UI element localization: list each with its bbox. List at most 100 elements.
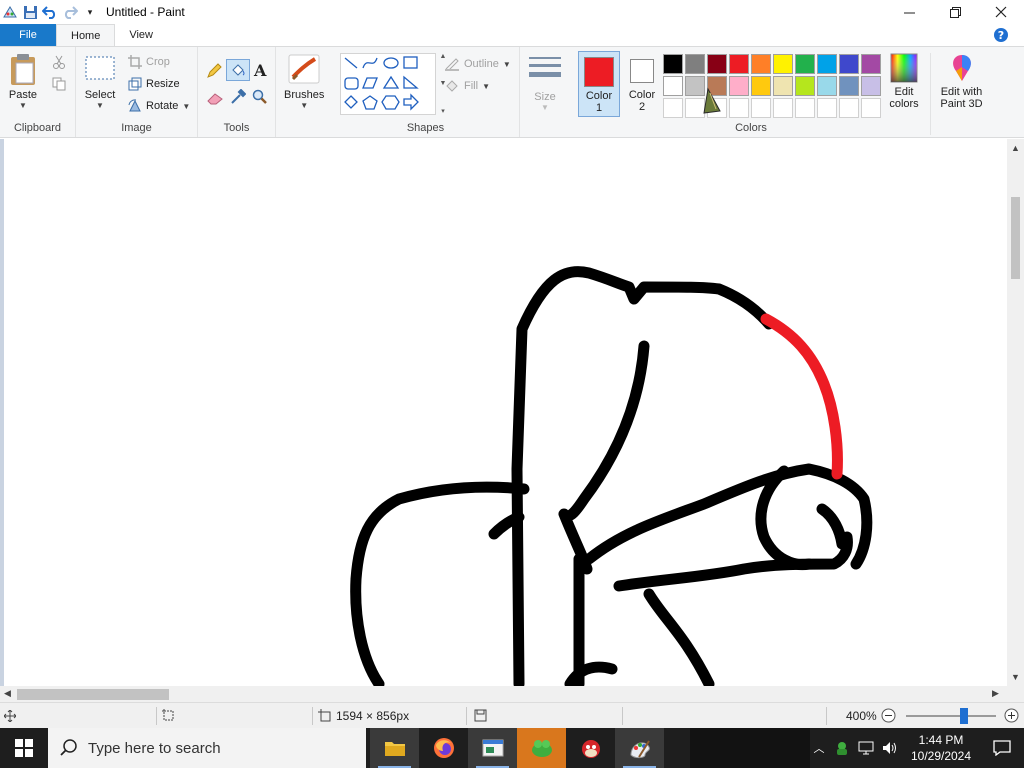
taskbar-clock[interactable]: 1:44 PM 10/29/2024 bbox=[902, 732, 980, 764]
zoom-level: 400% bbox=[846, 708, 877, 723]
shape-gallery[interactable] bbox=[340, 53, 436, 115]
network-icon[interactable] bbox=[854, 741, 878, 755]
fill-bucket-icon[interactable] bbox=[226, 59, 250, 81]
crop-button[interactable]: Crop bbox=[128, 53, 170, 71]
palette-swatch[interactable] bbox=[773, 54, 793, 74]
size-group: Size ▼ bbox=[520, 47, 572, 137]
horizontal-scrollbar[interactable]: ◀ ▶ bbox=[0, 686, 1024, 702]
copy-icon[interactable] bbox=[52, 77, 66, 94]
palette-swatch[interactable] bbox=[707, 54, 727, 74]
game-app-icon[interactable] bbox=[517, 728, 566, 768]
paste-button[interactable]: Paste ▼ bbox=[8, 53, 38, 110]
quick-access-toolbar: ▾ bbox=[0, 0, 100, 24]
text-icon[interactable]: A bbox=[254, 61, 266, 80]
paint-app-icon[interactable] bbox=[0, 1, 20, 23]
restore-icon[interactable] bbox=[932, 0, 978, 24]
tab-file[interactable]: File bbox=[0, 24, 56, 46]
palette-swatch[interactable] bbox=[729, 76, 749, 96]
edit-colors-button[interactable]: Edit colors bbox=[884, 53, 924, 110]
horizontal-scroll-thumb[interactable] bbox=[17, 689, 169, 700]
chevron-down-icon: ▼ bbox=[502, 59, 511, 69]
palette-swatch[interactable] bbox=[861, 76, 881, 96]
brushes-button[interactable]: Brushes ▼ bbox=[284, 53, 324, 110]
palette-swatch[interactable] bbox=[839, 76, 859, 96]
rotate-button[interactable]: Rotate ▼ bbox=[128, 97, 190, 115]
color2-button[interactable]: Color 2 bbox=[622, 51, 662, 117]
color1-button[interactable]: Color 1 bbox=[578, 51, 620, 117]
color-picker-icon[interactable] bbox=[230, 88, 247, 108]
save-icon[interactable] bbox=[20, 1, 40, 23]
palette-swatch[interactable] bbox=[817, 98, 837, 118]
palette-swatch[interactable] bbox=[773, 98, 793, 118]
crop-icon bbox=[128, 55, 142, 69]
palette-swatch[interactable] bbox=[817, 54, 837, 74]
palette-swatch[interactable] bbox=[729, 54, 749, 74]
help-icon[interactable]: ? bbox=[978, 24, 1024, 46]
scroll-up-icon[interactable]: ▲ bbox=[1011, 143, 1020, 153]
edit-with-paint3d-button[interactable]: Edit with Paint 3D bbox=[930, 53, 992, 135]
palette-swatch[interactable] bbox=[861, 98, 881, 118]
show-hidden-icons-icon[interactable]: ︿ bbox=[808, 740, 830, 756]
file-explorer-icon[interactable] bbox=[370, 728, 419, 768]
taskbar-search-box[interactable]: Type here to search bbox=[48, 728, 366, 768]
minimize-icon[interactable] bbox=[886, 0, 932, 24]
palette-swatch[interactable] bbox=[751, 54, 771, 74]
palette-swatch[interactable] bbox=[839, 98, 859, 118]
resize-button[interactable]: Resize bbox=[128, 75, 180, 93]
fill-button[interactable]: Fill ▼ bbox=[444, 77, 490, 95]
tab-home[interactable]: Home bbox=[56, 24, 116, 46]
palette-swatch[interactable] bbox=[839, 54, 859, 74]
file-size-icon bbox=[474, 703, 487, 729]
tools-group: A Tools bbox=[198, 47, 276, 137]
zoom-slider-thumb[interactable] bbox=[960, 708, 968, 724]
customize-quick-access-icon[interactable]: ▾ bbox=[80, 1, 100, 23]
palette-swatch[interactable] bbox=[751, 76, 771, 96]
select-button[interactable]: Select ▼ bbox=[84, 55, 116, 110]
magnifier-icon[interactable] bbox=[252, 89, 268, 108]
palette-swatch[interactable] bbox=[795, 76, 815, 96]
volume-icon[interactable] bbox=[878, 741, 902, 755]
palette-swatch[interactable] bbox=[663, 76, 683, 96]
size-button[interactable]: Size ▼ bbox=[528, 55, 562, 112]
tab-view[interactable]: View bbox=[115, 24, 167, 46]
firefox-icon[interactable] bbox=[419, 728, 468, 768]
zoom-slider[interactable] bbox=[906, 708, 996, 724]
vertical-scroll-thumb[interactable] bbox=[1011, 197, 1020, 279]
cut-icon[interactable] bbox=[52, 55, 66, 72]
scroll-right-icon[interactable]: ▶ bbox=[992, 688, 999, 699]
palette-swatch[interactable] bbox=[663, 54, 683, 74]
palette-swatch[interactable] bbox=[751, 98, 771, 118]
palette-swatch[interactable] bbox=[795, 98, 815, 118]
palette-swatch[interactable] bbox=[663, 98, 683, 118]
angry-birds-icon[interactable] bbox=[566, 728, 615, 768]
chevron-down-icon: ▼ bbox=[19, 101, 27, 110]
undo-icon[interactable] bbox=[40, 1, 60, 23]
paint-taskbar-icon[interactable] bbox=[615, 728, 664, 768]
outline-button[interactable]: Outline ▼ bbox=[444, 55, 511, 73]
eraser-icon[interactable] bbox=[206, 91, 224, 108]
pencil-icon[interactable] bbox=[206, 63, 222, 82]
paste-icon bbox=[11, 54, 35, 85]
zoom-in-icon[interactable] bbox=[1004, 703, 1019, 729]
vertical-scrollbar[interactable]: ▲ ▼ bbox=[1007, 139, 1024, 686]
palette-swatch[interactable] bbox=[773, 76, 793, 96]
windows-start-icon[interactable] bbox=[0, 728, 48, 768]
palette-swatch[interactable] bbox=[861, 54, 881, 74]
palette-swatch[interactable] bbox=[729, 98, 749, 118]
search-icon bbox=[60, 739, 77, 756]
notifications-icon[interactable] bbox=[980, 740, 1024, 756]
taskbar: Type here to search ︿ 1:44 PM 10/29/2024 bbox=[0, 728, 1024, 768]
palette-swatch[interactable] bbox=[795, 54, 815, 74]
palette-swatch[interactable] bbox=[685, 54, 705, 74]
scroll-down-icon[interactable]: ▼ bbox=[1011, 672, 1020, 682]
palette-swatch[interactable] bbox=[817, 76, 837, 96]
redo-icon[interactable] bbox=[60, 1, 80, 23]
app-window-icon[interactable] bbox=[468, 728, 517, 768]
drawing-canvas[interactable] bbox=[4, 139, 1008, 686]
outline-icon bbox=[445, 58, 459, 71]
close-icon[interactable] bbox=[978, 0, 1024, 24]
chevron-down-icon: ▼ bbox=[182, 101, 191, 111]
tray-app-icon[interactable] bbox=[830, 740, 854, 756]
scroll-left-icon[interactable]: ◀ bbox=[4, 688, 11, 699]
zoom-out-icon[interactable] bbox=[881, 703, 896, 729]
